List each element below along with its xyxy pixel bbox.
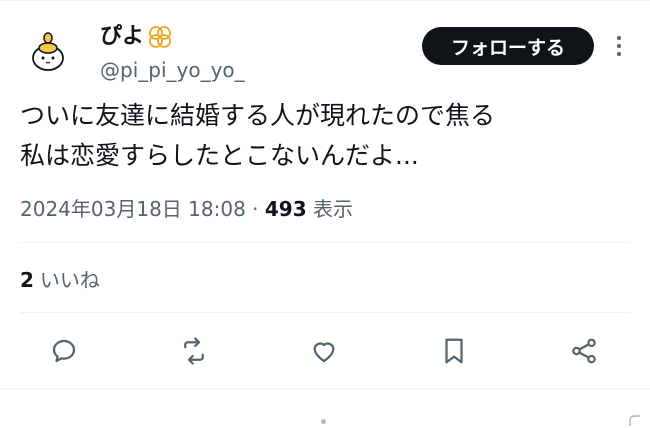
share-button[interactable] [566, 333, 602, 369]
retweet-button[interactable] [176, 333, 212, 369]
share-icon [572, 338, 596, 364]
divider [20, 242, 630, 243]
tweet-text: ついに友達に結婚する人が現れたので焦る 私は恋愛すらしたとこないんだよ... [20, 101, 496, 170]
reply-icon [52, 339, 76, 363]
display-name[interactable]: ぴよ [100, 22, 173, 52]
views-label: 表示 [306, 197, 353, 221]
user-handle[interactable]: @pi_pi_yo_yo_ [100, 56, 245, 84]
likes-count: 2 [20, 268, 34, 292]
reply-button[interactable] [46, 333, 82, 369]
tweet-meta: 2024年03月18日 18:08 · 493 表示 [20, 195, 353, 223]
bookmark-button[interactable] [436, 333, 472, 369]
action-bar [0, 333, 650, 369]
corner-icon [629, 415, 640, 426]
avatar-image [32, 32, 64, 71]
retweet-icon [184, 337, 204, 365]
likes-stat[interactable]: 2 いいね [20, 266, 100, 294]
timestamp-link[interactable]: 2024年03月18日 18:08 [20, 197, 246, 221]
divider [20, 312, 630, 313]
bookmark-icon [445, 338, 463, 364]
views-count: 493 [264, 197, 307, 221]
orange-badge-icon [149, 26, 171, 48]
meta-separator: · [245, 197, 265, 221]
page-indicator-dot [321, 419, 326, 424]
bottom-divider [0, 388, 650, 389]
more-dots-icon[interactable] [606, 30, 632, 62]
follow-button[interactable]: フォローする [422, 27, 594, 65]
display-name-text: ぴよ [100, 24, 145, 49]
heart-icon [313, 342, 335, 363]
like-button[interactable] [306, 333, 342, 369]
likes-label: いいね [39, 268, 100, 292]
avatar[interactable] [18, 22, 78, 82]
top-divider [0, 0, 650, 1]
